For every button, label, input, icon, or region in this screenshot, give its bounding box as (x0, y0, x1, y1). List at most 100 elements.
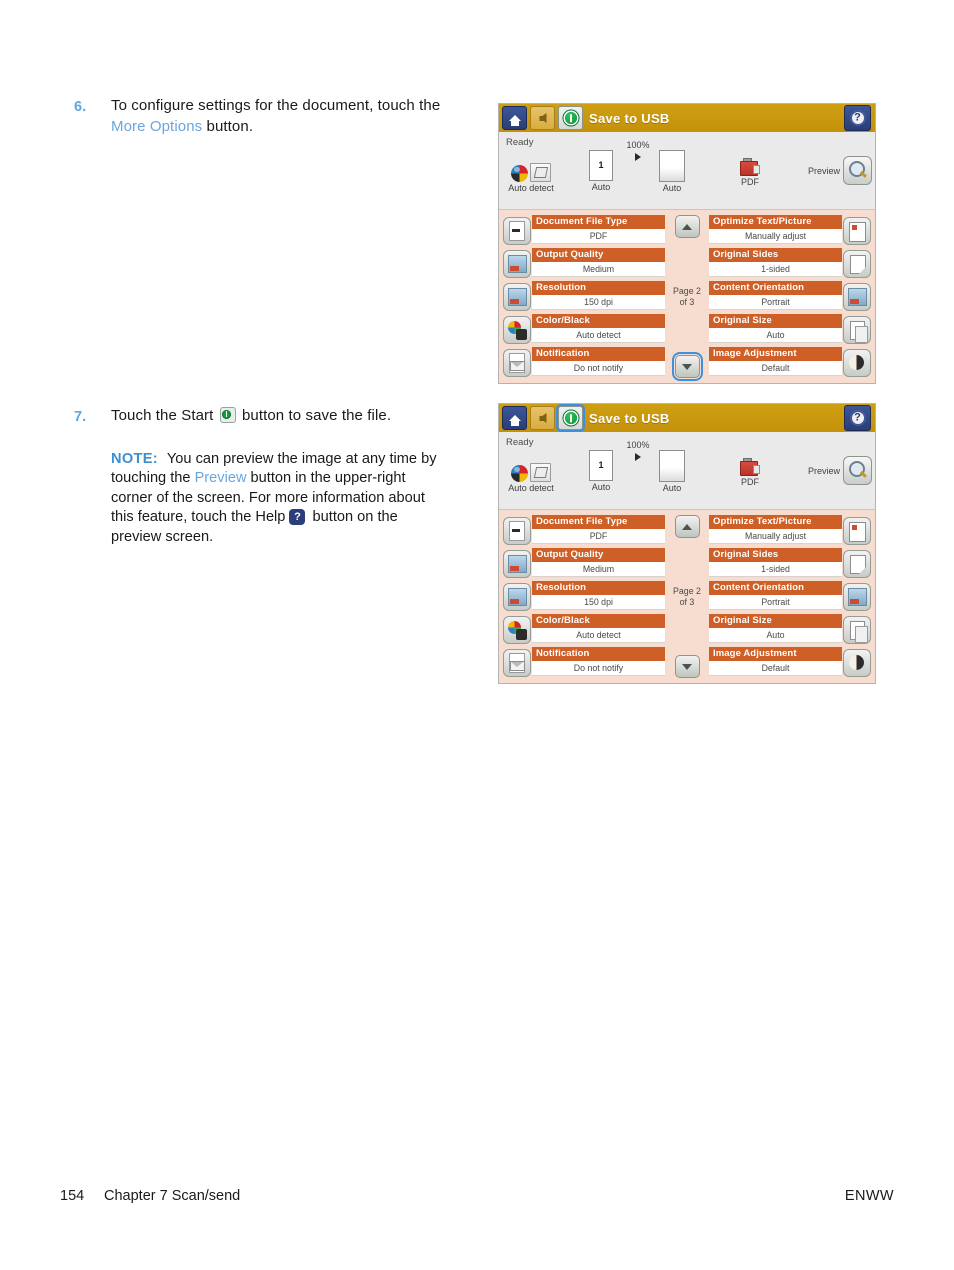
setting-label: Notification (532, 647, 665, 661)
status-output[interactable]: Auto (648, 450, 696, 493)
chevron-down-icon[interactable] (674, 655, 700, 678)
preview-button[interactable] (843, 456, 872, 485)
settings-panel: Document File Type PDF Output Quality Me… (499, 210, 875, 383)
preview-label: Preview (807, 165, 840, 176)
device-title: Save to USB (589, 110, 670, 126)
preview-control[interactable]: Preview (777, 456, 872, 485)
magnifier-icon (849, 161, 865, 177)
back-arrow-icon[interactable] (530, 406, 555, 430)
setting-label: Image Adjustment (709, 647, 842, 661)
setting-original-sides[interactable]: Original Sides 1-sided (708, 248, 871, 279)
settings-panel: Document File Type PDF Output Quality Me… (499, 510, 875, 683)
color-mode-icons (503, 458, 559, 482)
zoom-value: 100% (626, 140, 650, 150)
status-color-mode[interactable]: Auto detect (503, 458, 559, 493)
setting-color-black[interactable]: Color/Black Auto detect (503, 614, 666, 645)
setting-resolution[interactable]: Resolution 150 dpi (503, 281, 666, 312)
status-file-type[interactable]: PDF (727, 458, 773, 487)
setting-value: 150 dpi (532, 595, 665, 610)
document-file-icon (503, 217, 531, 245)
preview-button[interactable] (843, 156, 872, 185)
setting-original-size[interactable]: Original Size Auto (708, 614, 871, 645)
setting-output-quality[interactable]: Output Quality Medium (503, 248, 666, 279)
setting-optimize-text-picture[interactable]: Optimize Text/Picture Manually adjust (708, 515, 871, 546)
step-7-text-before: Touch the Start (111, 407, 218, 424)
setting-label: Notification (532, 347, 665, 361)
chevron-up-icon[interactable] (674, 215, 700, 238)
preview-link[interactable]: Preview (195, 470, 247, 486)
settings-right-column: Optimize Text/Picture Manually adjust Or… (708, 215, 871, 378)
setting-original-size[interactable]: Original Size Auto (708, 314, 871, 345)
help-icon (289, 509, 306, 525)
copies-count: 1 (598, 460, 604, 470)
setting-value: Auto (709, 628, 842, 643)
setting-image-adjustment[interactable]: Image Adjustment Default (708, 347, 871, 378)
content-orientation-icon (843, 283, 871, 311)
screenshot-step-7: Save to USB Ready Auto detect 1 Auto 100… (498, 403, 876, 684)
output-quality-icon (503, 550, 531, 578)
arrow-right-icon (635, 153, 641, 161)
setting-color-black[interactable]: Color/Black Auto detect (503, 314, 666, 345)
setting-image-adjustment[interactable]: Image Adjustment Default (708, 647, 871, 678)
status-color-mode[interactable]: Auto detect (503, 158, 559, 193)
magnifier-icon (849, 461, 865, 477)
instruction-steps: 6. To configure settings for the documen… (74, 96, 474, 547)
chevron-down-icon[interactable] (671, 352, 703, 381)
setting-value: Do not notify (532, 361, 665, 376)
chevron-up-icon[interactable] (674, 515, 700, 538)
help-icon[interactable] (844, 105, 871, 131)
optimize-text-picture-icon (843, 217, 871, 245)
setting-optimize-text-picture[interactable]: Optimize Text/Picture Manually adjust (708, 215, 871, 246)
setting-label: Output Quality (532, 548, 665, 562)
status-output-caption: Auto (662, 183, 682, 193)
resolution-icon (503, 283, 531, 311)
scan-icon (530, 163, 551, 182)
back-arrow-icon[interactable] (530, 106, 555, 130)
setting-document-file-type[interactable]: Document File Type PDF (503, 215, 666, 246)
preview-label: Preview (807, 465, 840, 476)
step-6-text: To configure settings for the document, … (111, 96, 474, 137)
arrow-right-icon (635, 453, 641, 461)
setting-resolution[interactable]: Resolution 150 dpi (503, 581, 666, 612)
status-output-caption: Auto (662, 483, 682, 493)
step-7-number: 7. (74, 409, 87, 425)
start-icon[interactable] (558, 106, 583, 130)
setting-label: Original Size (709, 614, 842, 628)
setting-original-sides[interactable]: Original Sides 1-sided (708, 548, 871, 579)
setting-notification[interactable]: Notification Do not notify (503, 647, 666, 678)
page-indicator-line1: Page 2 (673, 285, 701, 296)
setting-label: Resolution (532, 581, 665, 595)
setting-notification[interactable]: Notification Do not notify (503, 347, 666, 378)
usb-drive-icon (740, 158, 760, 176)
page-footer: 154 Chapter 7 Scan/send ENWW (60, 1188, 894, 1204)
settings-left-column: Document File Type PDF Output Quality Me… (503, 515, 666, 678)
color-wheel-icon (511, 165, 528, 182)
status-file-type[interactable]: PDF (727, 158, 773, 187)
original-page-icon: 1 (589, 450, 613, 481)
setting-value: 1-sided (709, 262, 842, 277)
page-indicator: Page 2 of 3 (673, 286, 701, 308)
preview-control[interactable]: Preview (777, 156, 872, 185)
setting-content-orientation[interactable]: Content Orientation Portrait (708, 281, 871, 312)
home-icon[interactable] (502, 406, 527, 430)
setting-label: Content Orientation (709, 581, 842, 595)
original-sides-icon (843, 550, 871, 578)
setting-value: 1-sided (709, 562, 842, 577)
setting-label: Original Sides (709, 548, 842, 562)
start-icon[interactable] (556, 404, 585, 432)
setting-document-file-type[interactable]: Document File Type PDF (503, 515, 666, 546)
image-adjustment-icon (843, 649, 871, 677)
color-black-icon (503, 316, 531, 344)
resolution-icon (503, 583, 531, 611)
status-output[interactable]: Auto (648, 150, 696, 193)
home-icon[interactable] (502, 106, 527, 130)
setting-value: Default (709, 361, 842, 376)
status-ready-text: Ready (506, 137, 534, 148)
more-options-link[interactable]: More Options (111, 118, 202, 135)
help-icon[interactable] (844, 405, 871, 431)
status-color-caption: Auto detect (508, 183, 554, 193)
original-sides-icon (843, 250, 871, 278)
setting-output-quality[interactable]: Output Quality Medium (503, 548, 666, 579)
setting-content-orientation[interactable]: Content Orientation Portrait (708, 581, 871, 612)
setting-label: Content Orientation (709, 281, 842, 295)
